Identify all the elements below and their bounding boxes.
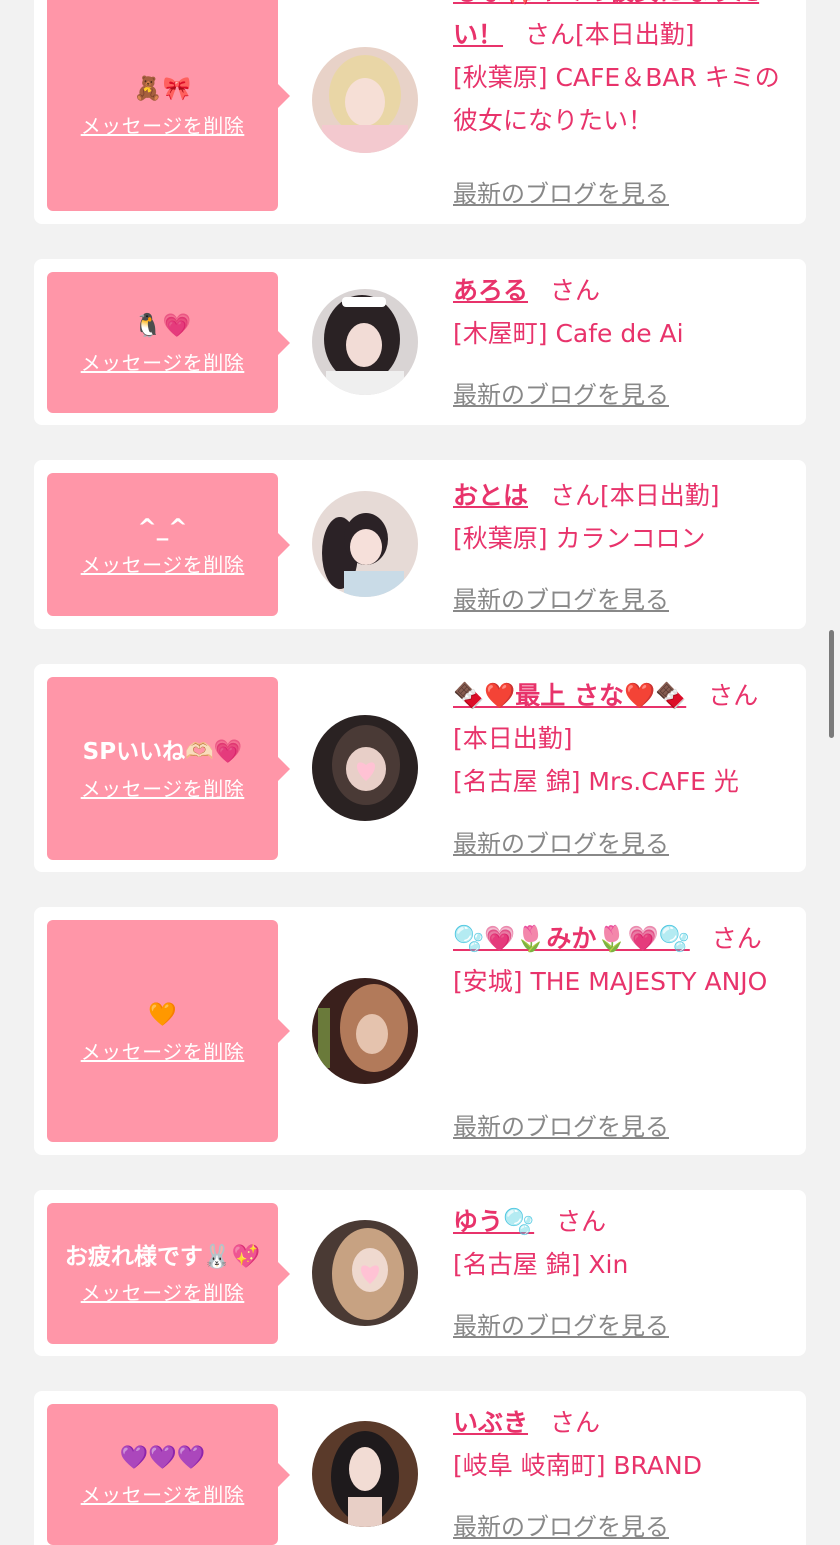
cast-name-link[interactable]: おとは [453, 481, 528, 510]
message-text: SPいいね🫶🏻💗 [82, 739, 243, 765]
message-text: 🐧💗 [133, 313, 192, 339]
delete-message-link[interactable]: メッセージを削除 [81, 1479, 245, 1508]
delete-message-link[interactable]: メッセージを削除 [81, 347, 245, 376]
avatar[interactable] [312, 47, 418, 153]
work-status: [本日出勤] [453, 724, 573, 753]
favorites-list-screen: 🧸🎀 メッセージを削除 もな🎀キミの彼女になりたい！さん[本日出勤] [秋葉原]… [0, 0, 840, 1545]
cast-info: 🍫❤️最上 さな❤️🍫 さん [本日出勤] [名古屋 錦] Mrs.CAFE 光 [453, 674, 788, 803]
avatar-photo-icon [312, 1220, 418, 1326]
avatar-photo-icon [312, 47, 418, 153]
work-status: [本日出勤] [575, 20, 695, 49]
list-item: 🧡 メッセージを削除 🫧💗🌷みか🌷💗🫧 さん [安城] THE MAJESTY A… [34, 907, 806, 1155]
cast-name-link[interactable]: 🍫❤️最上 さな❤️🍫 [453, 681, 686, 710]
latest-blog-link[interactable]: 最新のブログを見る [453, 1107, 669, 1142]
honorific: さん [550, 276, 601, 305]
message-bubble: 🐧💗 メッセージを削除 [47, 272, 290, 413]
shop-name: [秋葉原] CAFE＆BAR キミの彼女になりたい！ [453, 63, 780, 135]
cast-name-link[interactable]: ゆう🫧 [453, 1207, 534, 1236]
honorific: さん [525, 20, 576, 49]
avatar[interactable] [312, 491, 418, 597]
message-bubble: SPいいね🫶🏻💗 メッセージを削除 [47, 677, 290, 860]
avatar[interactable] [312, 1421, 418, 1527]
cast-info: 🫧💗🌷みか🌷💗🫧 さん [安城] THE MAJESTY ANJO [453, 917, 788, 1003]
delete-message-link[interactable]: メッセージを削除 [81, 549, 245, 578]
delete-message-link[interactable]: メッセージを削除 [81, 1036, 245, 1065]
avatar-photo-icon [312, 289, 418, 395]
cast-info: いぶき さん [岐阜 岐南町] BRAND [453, 1401, 788, 1487]
list-item: 💜💜💜 メッセージを削除 いぶき さん [岐阜 岐南町] BRAND 最新のブログ… [34, 1391, 806, 1545]
honorific: さん [711, 924, 762, 953]
message-bubble: 💜💜💜 メッセージを削除 [47, 1404, 290, 1545]
avatar[interactable] [312, 978, 418, 1084]
message-text: ^_^ [137, 515, 188, 541]
cast-info: あろる さん [木屋町] Cafe de Ai [453, 269, 788, 355]
avatar-photo-icon [312, 491, 418, 597]
honorific: さん [708, 681, 759, 710]
avatar[interactable] [312, 1220, 418, 1326]
shop-name: [秋葉原] カランコロン [453, 524, 706, 553]
message-text: 🧸🎀 [133, 76, 192, 102]
latest-blog-link[interactable]: 最新のブログを見る [453, 1306, 669, 1341]
shop-name: [木屋町] Cafe de Ai [453, 319, 684, 348]
message-bubble: 🧸🎀 メッセージを削除 [47, 0, 290, 211]
cast-name-link[interactable]: いぶき [453, 1408, 528, 1437]
honorific: さん [556, 1207, 607, 1236]
shop-name: [安城] THE MAJESTY ANJO [453, 967, 768, 996]
avatar-photo-icon [312, 978, 418, 1084]
message-text: 💜💜💜 [119, 1445, 206, 1471]
cast-name-link[interactable]: 🫧💗🌷みか🌷💗🫧 [453, 924, 690, 953]
honorific: さん [550, 481, 601, 510]
cast-info: ゆう🫧 さん [名古屋 錦] Xin [453, 1200, 788, 1286]
scrollbar[interactable] [829, 630, 834, 738]
cast-info: おとは さん[本日出勤] [秋葉原] カランコロン [453, 474, 788, 560]
list-item: 🧸🎀 メッセージを削除 もな🎀キミの彼女になりたい！さん[本日出勤] [秋葉原]… [34, 0, 806, 224]
message-text: 🧡 [148, 1001, 177, 1028]
shop-name: [名古屋 錦] Xin [453, 1250, 629, 1279]
avatar[interactable] [312, 289, 418, 395]
message-bubble: お疲れ様です🐰💖 メッセージを削除 [47, 1203, 290, 1344]
latest-blog-link[interactable]: 最新のブログを見る [453, 174, 669, 209]
latest-blog-link[interactable]: 最新のブログを見る [453, 1507, 669, 1542]
cast-name-link[interactable]: あろる [453, 276, 528, 305]
list-item: お疲れ様です🐰💖 メッセージを削除 ゆう🫧 さん [名古屋 錦] Xin 最新のブ… [34, 1190, 806, 1356]
list-item: ^_^ メッセージを削除 おとは さん[本日出勤] [秋葉原] カランコロン 最新… [34, 460, 806, 629]
delete-message-link[interactable]: メッセージを削除 [81, 773, 245, 802]
honorific: さん [550, 1408, 601, 1437]
message-bubble: ^_^ メッセージを削除 [47, 473, 290, 616]
list-item: SPいいね🫶🏻💗 メッセージを削除 🍫❤️最上 さな❤️🍫 さん [本日出勤] [名… [34, 664, 806, 872]
delete-message-link[interactable]: メッセージを削除 [81, 1277, 245, 1306]
message-text: お疲れ様です🐰💖 [64, 1244, 261, 1270]
latest-blog-link[interactable]: 最新のブログを見る [453, 824, 669, 859]
avatar-photo-icon [312, 715, 418, 821]
latest-blog-link[interactable]: 最新のブログを見る [453, 375, 669, 410]
shop-name: [岐阜 岐南町] BRAND [453, 1451, 702, 1480]
work-status: [本日出勤] [600, 481, 720, 510]
message-bubble: 🧡 メッセージを削除 [47, 920, 290, 1142]
list-item: 🐧💗 メッセージを削除 あろる さん [木屋町] Cafe de Ai 最新のブロ… [34, 259, 806, 425]
avatar-photo-icon [312, 1421, 418, 1527]
avatar[interactable] [312, 715, 418, 821]
shop-name: [名古屋 錦] Mrs.CAFE 光 [453, 767, 739, 796]
cast-info: もな🎀キミの彼女になりたい！さん[本日出勤] [秋葉原] CAFE＆BAR キミ… [453, 0, 788, 142]
latest-blog-link[interactable]: 最新のブログを見る [453, 580, 669, 615]
delete-message-link[interactable]: メッセージを削除 [81, 110, 245, 139]
